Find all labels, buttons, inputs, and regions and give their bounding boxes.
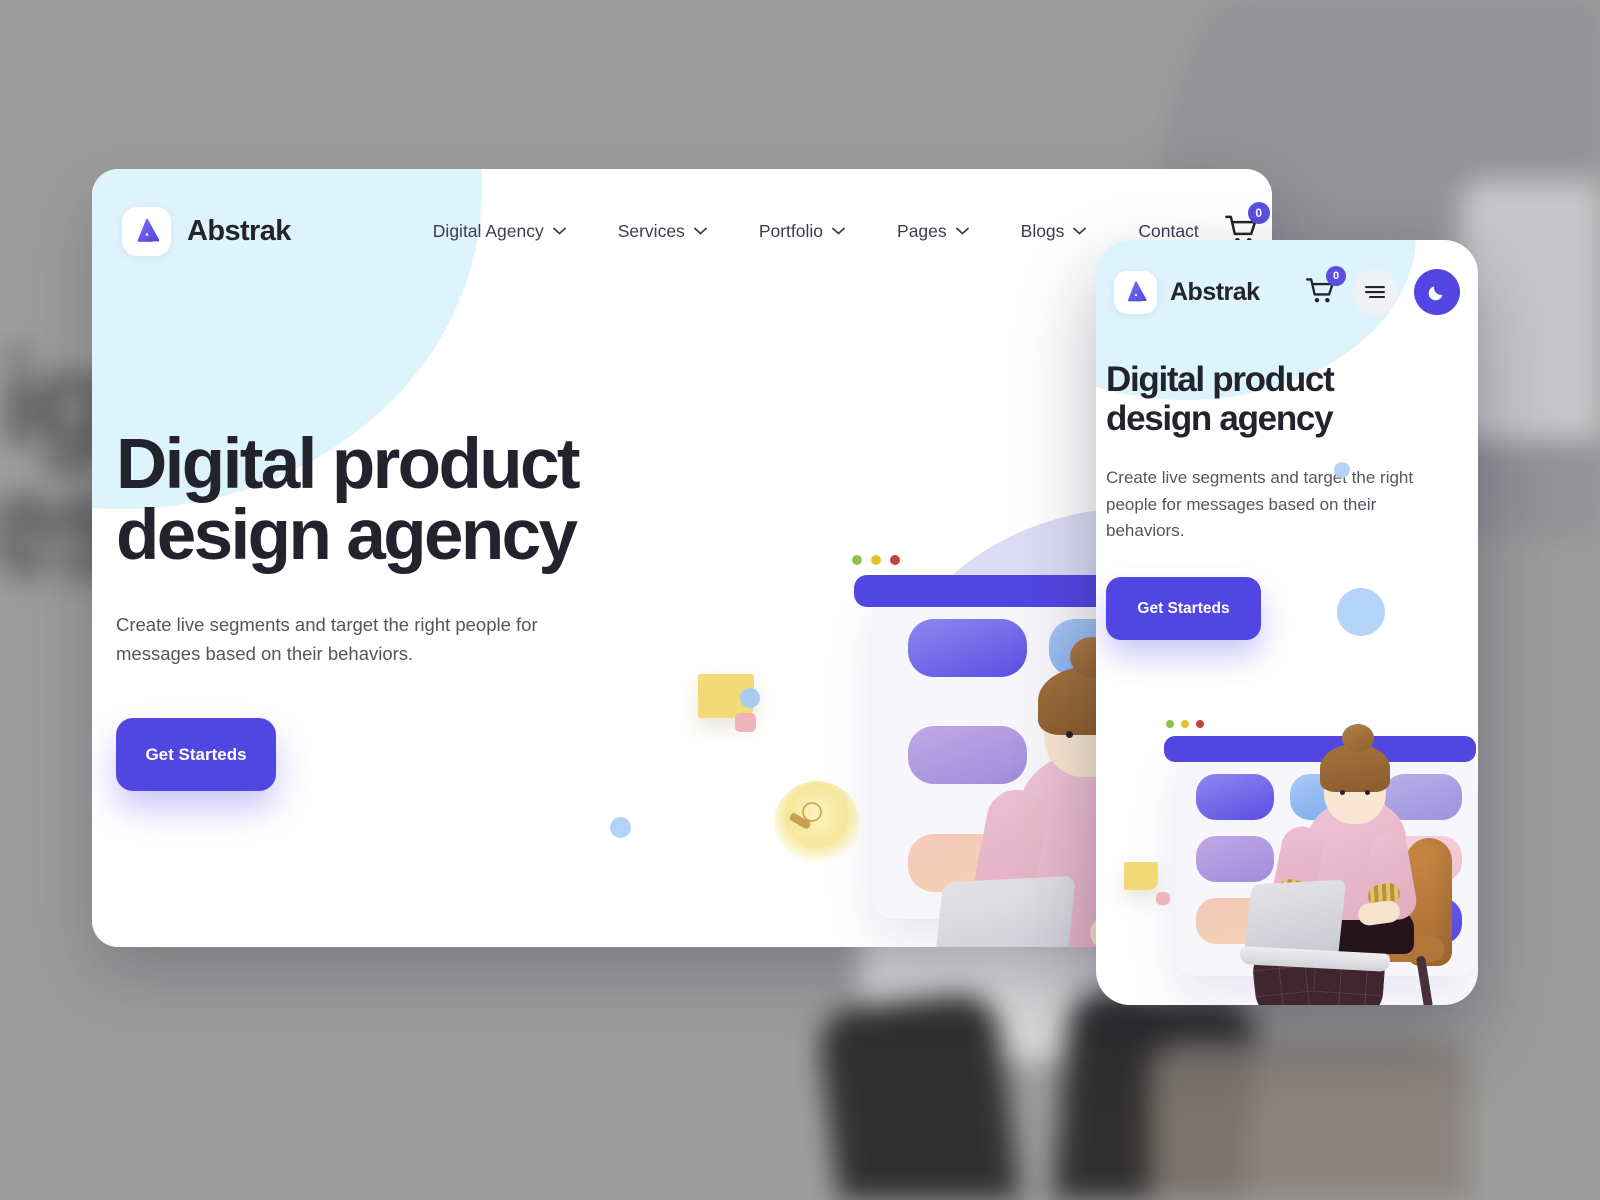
window-dot-green	[1166, 720, 1174, 728]
eye-right	[1365, 790, 1370, 795]
screenshot-stage: Digital product design agency Create liv…	[0, 0, 1600, 1200]
mobile-window-traffic-dots	[1166, 720, 1204, 728]
mobile-mockup-card: Abstrak 0 Digital product design agency …	[1096, 240, 1478, 1005]
window-dot-yellow	[871, 555, 881, 565]
small-blue-dot	[740, 688, 760, 708]
window-dot-red	[890, 555, 900, 565]
mobile-character-woman-with-laptop	[1158, 724, 1478, 1005]
desktop-illustration	[92, 169, 1272, 947]
mobile-sticky-note	[1124, 862, 1158, 890]
desktop-mockup-card: Abstrak Digital Agency Services Portfoli…	[92, 169, 1272, 947]
eye-left	[1340, 790, 1345, 795]
window-dot-green	[852, 555, 862, 565]
backdrop-chair	[1150, 1040, 1470, 1200]
window-traffic-dots	[852, 555, 900, 565]
mobile-illustration	[1096, 240, 1478, 1005]
hair-bun	[1342, 724, 1374, 752]
window-dot-red	[1196, 720, 1204, 728]
window-dot-yellow	[1181, 720, 1189, 728]
pink-square	[735, 713, 756, 732]
backdrop-card-ghost	[1460, 180, 1600, 440]
laptop-screen	[932, 875, 1076, 947]
eye-left	[1066, 731, 1073, 738]
backdrop-leg-left	[816, 989, 1024, 1200]
